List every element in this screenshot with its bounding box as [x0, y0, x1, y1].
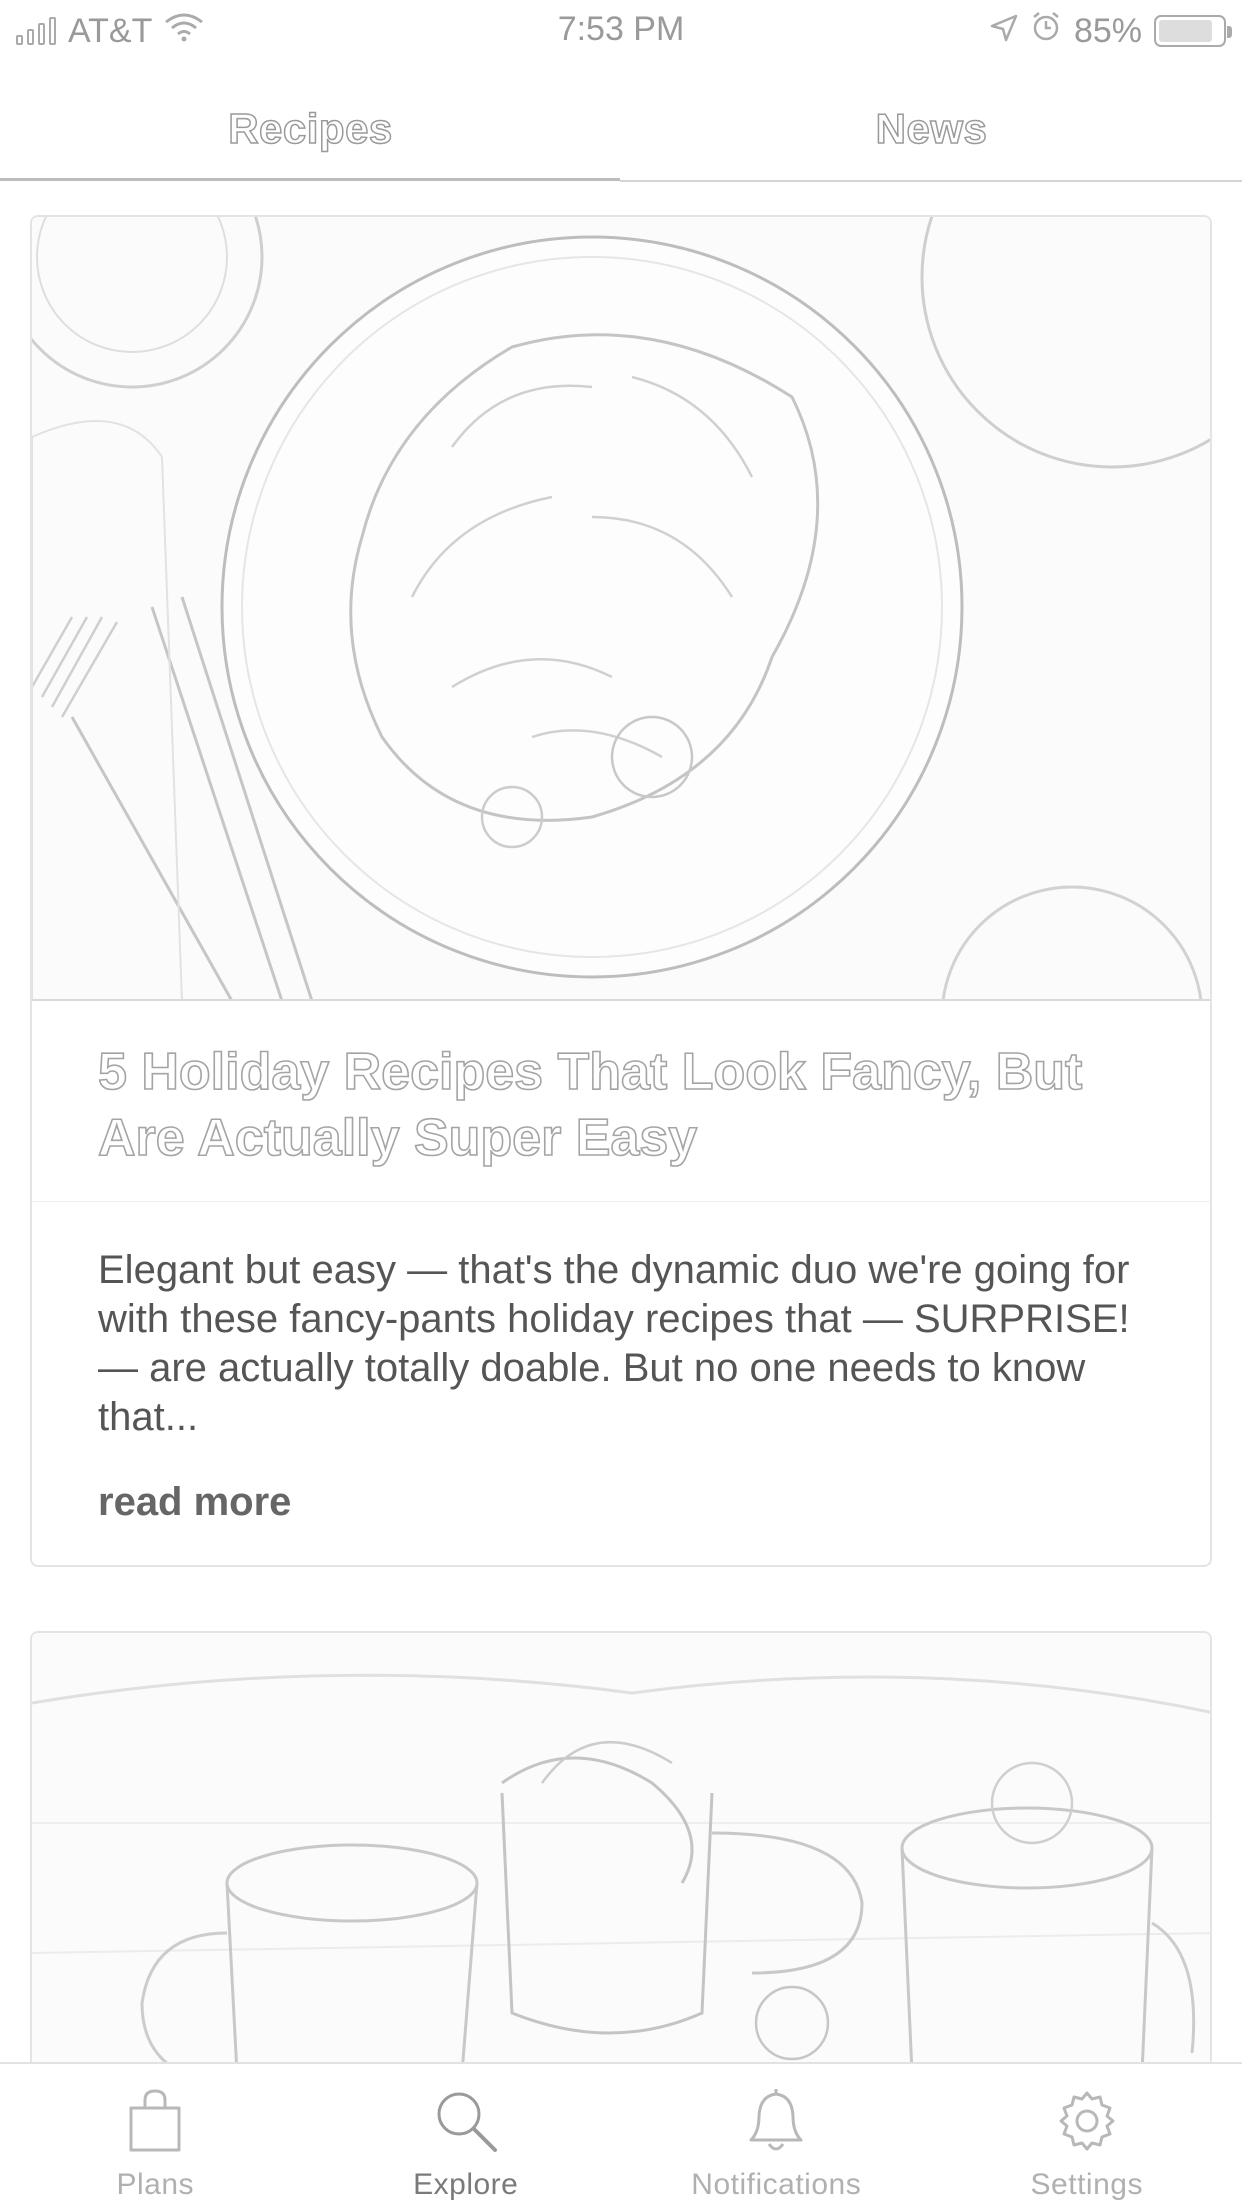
shopping-bag-icon [122, 2088, 188, 2154]
location-icon [990, 12, 1018, 51]
segmented-tabs: Recipes News [0, 90, 1242, 190]
nav-label-notifications: Notifications [691, 2168, 862, 2201]
battery-icon [1154, 15, 1232, 47]
bottom-tab-bar: Plans Explore Notifications Settings [0, 2062, 1242, 2208]
article-card[interactable]: 5 Holiday Recipes That Look Fancy, But A… [30, 215, 1212, 1567]
wifi-icon [164, 12, 204, 51]
tab-divider [620, 180, 1242, 182]
nav-item-notifications[interactable]: Notifications [621, 2064, 932, 2208]
status-left: AT&T [16, 12, 204, 51]
bell-icon [743, 2088, 809, 2154]
tab-news[interactable]: News [621, 90, 1242, 168]
gear-icon [1054, 2088, 1120, 2154]
nav-label-settings: Settings [1030, 2168, 1143, 2201]
article-title[interactable]: 5 Holiday Recipes That Look Fancy, But A… [32, 1001, 1210, 1202]
article-card[interactable] [30, 1631, 1212, 2075]
nav-item-plans[interactable]: Plans [0, 2064, 311, 2208]
status-bar: AT&T 7:53 PM 85% [0, 0, 1242, 62]
nav-label-plans: Plans [116, 2168, 195, 2201]
read-more-link[interactable]: read more [32, 1442, 1210, 1565]
signal-icon [16, 17, 56, 45]
article-excerpt: Elegant but easy — that's the dynamic du… [98, 1248, 1130, 1439]
mugs-drinks-image[interactable] [32, 1633, 1210, 2073]
nav-label-explore: Explore [413, 2168, 519, 2201]
battery-fill [1159, 20, 1212, 42]
news-feed[interactable]: 5 Holiday Recipes That Look Fancy, But A… [30, 215, 1212, 2139]
carrier-label: AT&T [68, 11, 153, 50]
tab-recipes[interactable]: Recipes [0, 90, 621, 168]
nav-item-settings[interactable]: Settings [932, 2064, 1242, 2208]
alarm-icon [1030, 11, 1062, 52]
battery-percent: 85% [1073, 11, 1142, 50]
status-right: 85% [990, 11, 1232, 52]
holiday-plate-image[interactable] [32, 217, 1210, 1001]
search-icon [433, 2088, 499, 2154]
nav-item-explore[interactable]: Explore [311, 2064, 622, 2208]
active-tab-indicator [0, 178, 620, 181]
